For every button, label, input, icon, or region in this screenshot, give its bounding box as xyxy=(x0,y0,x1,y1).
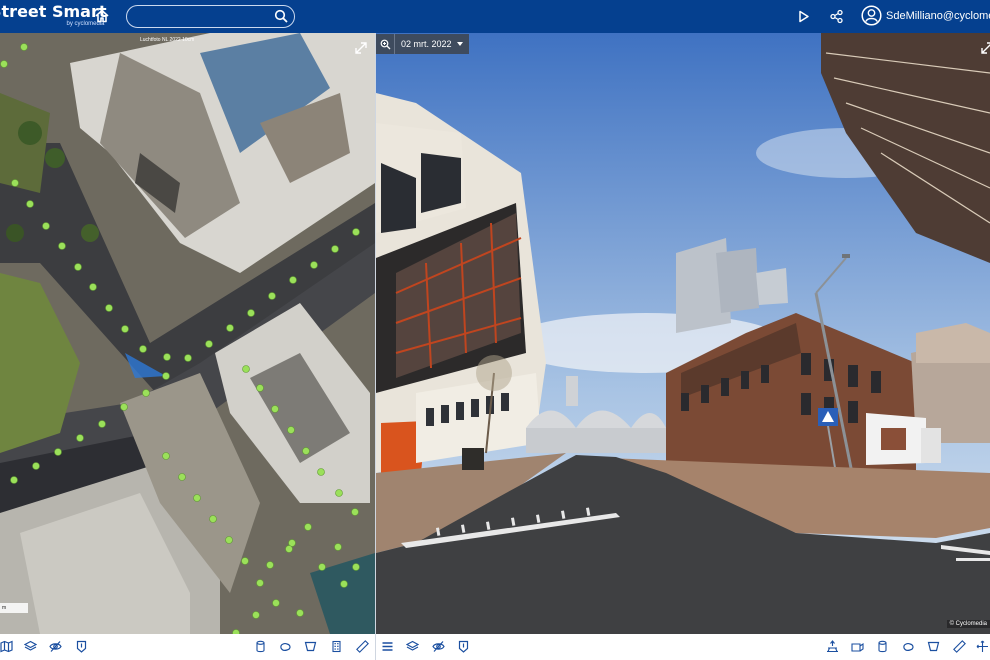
ruler-icon[interactable] xyxy=(953,640,966,653)
expand-icon[interactable] xyxy=(980,41,990,55)
trapezoid-icon[interactable] xyxy=(927,640,940,653)
panorama-view[interactable]: 02 mrt. 2022 © Cyclomedia xyxy=(376,33,990,634)
layers-icon[interactable] xyxy=(406,640,419,653)
cylinder-icon[interactable] xyxy=(254,640,267,653)
play-icon[interactable] xyxy=(796,9,811,24)
scale-bar: m xyxy=(0,603,28,613)
home-icon[interactable] xyxy=(94,8,110,24)
cylinder-icon[interactable] xyxy=(876,640,889,653)
ruler-icon[interactable] xyxy=(356,640,369,653)
zoom-icon xyxy=(380,39,390,49)
recording-date-selector[interactable]: 02 mrt. 2022 xyxy=(376,34,469,54)
move-icon[interactable] xyxy=(976,640,989,653)
app-title: Street Smart xyxy=(0,2,107,21)
marker-icon[interactable] xyxy=(75,640,88,653)
layers-icon[interactable] xyxy=(24,640,37,653)
panorama-image[interactable] xyxy=(376,33,990,634)
area-icon[interactable] xyxy=(279,640,292,653)
menu-icon[interactable] xyxy=(381,640,394,653)
chevron-down-icon xyxy=(456,42,463,46)
search-input[interactable] xyxy=(126,5,295,28)
user-email[interactable]: SdeMilliano@cyclomedia.com xyxy=(886,10,990,22)
user-icon[interactable] xyxy=(861,5,882,26)
date-label: 02 mrt. 2022 xyxy=(401,39,452,49)
trapezoid-icon[interactable] xyxy=(304,640,317,653)
marker-icon[interactable] xyxy=(457,640,470,653)
top-bar: Street Smart by cyclomedia SdeMilliano@c… xyxy=(0,0,990,33)
visibility-off-icon[interactable] xyxy=(49,640,62,653)
map-toolbar xyxy=(0,634,375,660)
elevation-icon[interactable] xyxy=(826,640,839,653)
share-icon[interactable] xyxy=(829,9,844,24)
aerial-map-image[interactable] xyxy=(0,33,375,634)
building-icon[interactable] xyxy=(330,640,343,653)
zoom-button[interactable] xyxy=(376,34,395,54)
panorama-attribution: © Cyclomedia xyxy=(946,620,990,628)
panorama-toolbar xyxy=(376,634,990,660)
visibility-off-icon[interactable] xyxy=(432,640,445,653)
aerial-map-view[interactable]: Luchtfoto NL 2022 10cm m xyxy=(0,33,375,634)
search-icon[interactable] xyxy=(274,9,288,23)
area-icon[interactable] xyxy=(902,640,915,653)
date-dropdown[interactable]: 02 mrt. 2022 xyxy=(395,34,469,54)
map-attribution: Luchtfoto NL 2022 10cm xyxy=(140,37,195,43)
map-icon[interactable] xyxy=(0,640,13,653)
expand-icon[interactable] xyxy=(354,41,368,55)
window-icon[interactable] xyxy=(851,640,864,653)
app-logo: Street Smart by cyclomedia xyxy=(0,2,107,28)
